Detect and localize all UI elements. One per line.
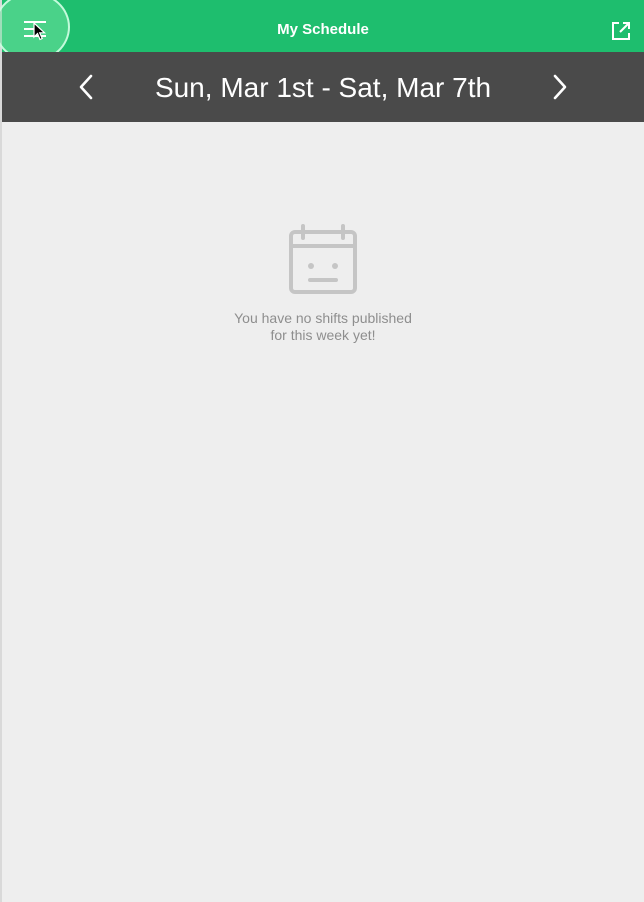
calendar-icon — [289, 224, 357, 294]
external-link-icon[interactable] — [610, 20, 632, 42]
empty-message: You have no shifts published for this we… — [2, 310, 644, 344]
empty-message-line-2: for this week yet! — [270, 327, 376, 343]
empty-message-line-1: You have no shifts published — [234, 310, 412, 326]
empty-state: You have no shifts published for this we… — [2, 224, 644, 344]
chevron-right-icon[interactable] — [548, 72, 572, 102]
week-navigation-bar: Sun, Mar 1st - Sat, Mar 7th — [2, 52, 644, 122]
top-app-bar: My Schedule — [0, 0, 644, 62]
page-title: My Schedule — [277, 21, 369, 38]
window-left-edge — [0, 0, 2, 902]
